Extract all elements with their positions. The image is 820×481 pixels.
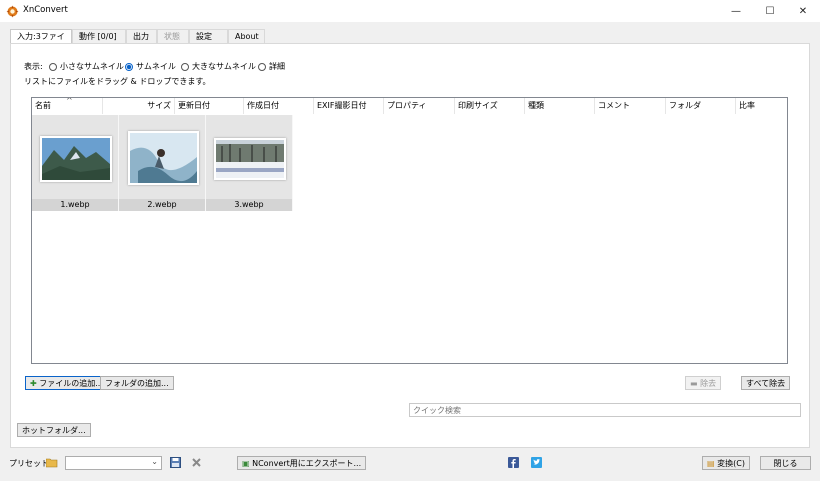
file-thumbnail-item[interactable]: 2.webp: [119, 115, 206, 211]
hot-folder-button[interactable]: ホットフォルダ...: [17, 423, 91, 437]
ice-climber-thumbnail: [128, 131, 199, 185]
tab-settings[interactable]: 設定: [189, 29, 228, 43]
view-label: 表示:: [24, 62, 43, 71]
column-header-folder[interactable]: フォルダ: [666, 98, 736, 114]
minus-icon: ▬: [690, 379, 698, 388]
file-list[interactable]: ^ 名前 サイズ 更新日付 作成日付 EXIF撮影日付 プロパティ 印刷サイズ …: [31, 97, 788, 364]
mountain-landscape-thumbnail: [40, 136, 112, 182]
radio-small-thumbnails[interactable]: 小さなサムネイル: [49, 61, 124, 72]
column-header-name[interactable]: 名前: [32, 98, 103, 114]
convert-label: 変換(C): [717, 459, 745, 468]
close-window-button[interactable]: ✕: [786, 0, 820, 22]
snowy-trees-thumbnail: [214, 138, 286, 180]
remove-button[interactable]: ▬ 除去: [685, 376, 722, 390]
save-icon[interactable]: [170, 457, 181, 468]
radio-label: 大きなサムネイル: [192, 62, 256, 71]
radio-circle: [181, 62, 189, 71]
column-header-size[interactable]: サイズ: [103, 98, 175, 114]
export-nconvert-button[interactable]: ▣ NConvert用にエクスポート...: [237, 456, 367, 470]
remove-all-button[interactable]: すべて除去: [741, 376, 791, 390]
preset-select[interactable]: ⌄: [65, 456, 162, 470]
radio-circle-selected: [125, 62, 133, 71]
window-title: XnConvert: [23, 5, 68, 15]
radio-label: 小さなサムネイル: [60, 62, 124, 71]
file-thumbnail-item[interactable]: 1.webp: [32, 115, 119, 211]
tab-about[interactable]: About: [228, 29, 265, 43]
delete-icon[interactable]: [191, 457, 202, 468]
column-header-created[interactable]: 作成日付: [244, 98, 314, 114]
radio-label: 詳細: [269, 62, 285, 71]
convert-button[interactable]: ▤ 変換(C): [702, 456, 750, 470]
tab-actions[interactable]: 動作 [0/0]: [72, 29, 126, 43]
twitter-icon[interactable]: [531, 457, 542, 468]
radio-circle: [49, 62, 57, 71]
column-header-comment[interactable]: コメント: [595, 98, 666, 114]
column-header-ratio[interactable]: 比率: [736, 98, 787, 114]
tab-output[interactable]: 出力: [126, 29, 157, 43]
plus-icon: ✚: [30, 379, 37, 388]
tab-status[interactable]: 状態: [157, 29, 189, 43]
file-name: 1.webp: [32, 199, 118, 211]
maximize-button[interactable]: ☐: [753, 0, 787, 22]
radio-thumbnails[interactable]: サムネイル: [125, 61, 176, 72]
file-name: 3.webp: [206, 199, 292, 211]
radio-label: サムネイル: [136, 62, 176, 71]
xnconvert-logo-icon: [6, 5, 19, 18]
quick-search-input[interactable]: [409, 403, 801, 417]
column-header-exif-date[interactable]: EXIF撮影日付: [314, 98, 384, 114]
file-name: 2.webp: [119, 199, 205, 211]
export-icon: ▣: [242, 459, 250, 468]
radio-large-thumbnails[interactable]: 大きなサムネイル: [181, 61, 256, 72]
column-header-properties[interactable]: プロパティ: [384, 98, 455, 114]
file-thumbnail-item[interactable]: 3.webp: [206, 115, 293, 211]
add-files-button[interactable]: ✚ ファイルの追加...: [25, 376, 108, 390]
drag-drop-hint: リストにファイルをドラッグ & ドロップできます。: [24, 77, 211, 86]
add-files-label: ファイルの追加...: [39, 379, 103, 388]
radio-details[interactable]: 詳細: [258, 61, 285, 72]
column-header-type[interactable]: 種類: [525, 98, 595, 114]
export-label: NConvert用にエクスポート...: [252, 459, 362, 468]
remove-label: 除去: [700, 379, 717, 388]
title-bar: XnConvert — ☐ ✕: [0, 0, 820, 22]
radio-circle: [258, 62, 266, 71]
chevron-down-icon: ⌄: [151, 457, 158, 466]
close-button[interactable]: 閉じる: [760, 456, 811, 470]
add-folder-button[interactable]: フォルダの追加...: [100, 376, 174, 390]
minimize-button[interactable]: —: [719, 0, 753, 22]
facebook-icon[interactable]: [508, 457, 519, 468]
convert-icon: ▤: [707, 459, 715, 468]
open-folder-icon[interactable]: [46, 457, 58, 468]
column-header-modified[interactable]: 更新日付: [175, 98, 244, 114]
column-header-print-size[interactable]: 印刷サイズ: [455, 98, 525, 114]
tab-input[interactable]: 入力:3ファイル: [10, 29, 72, 55]
